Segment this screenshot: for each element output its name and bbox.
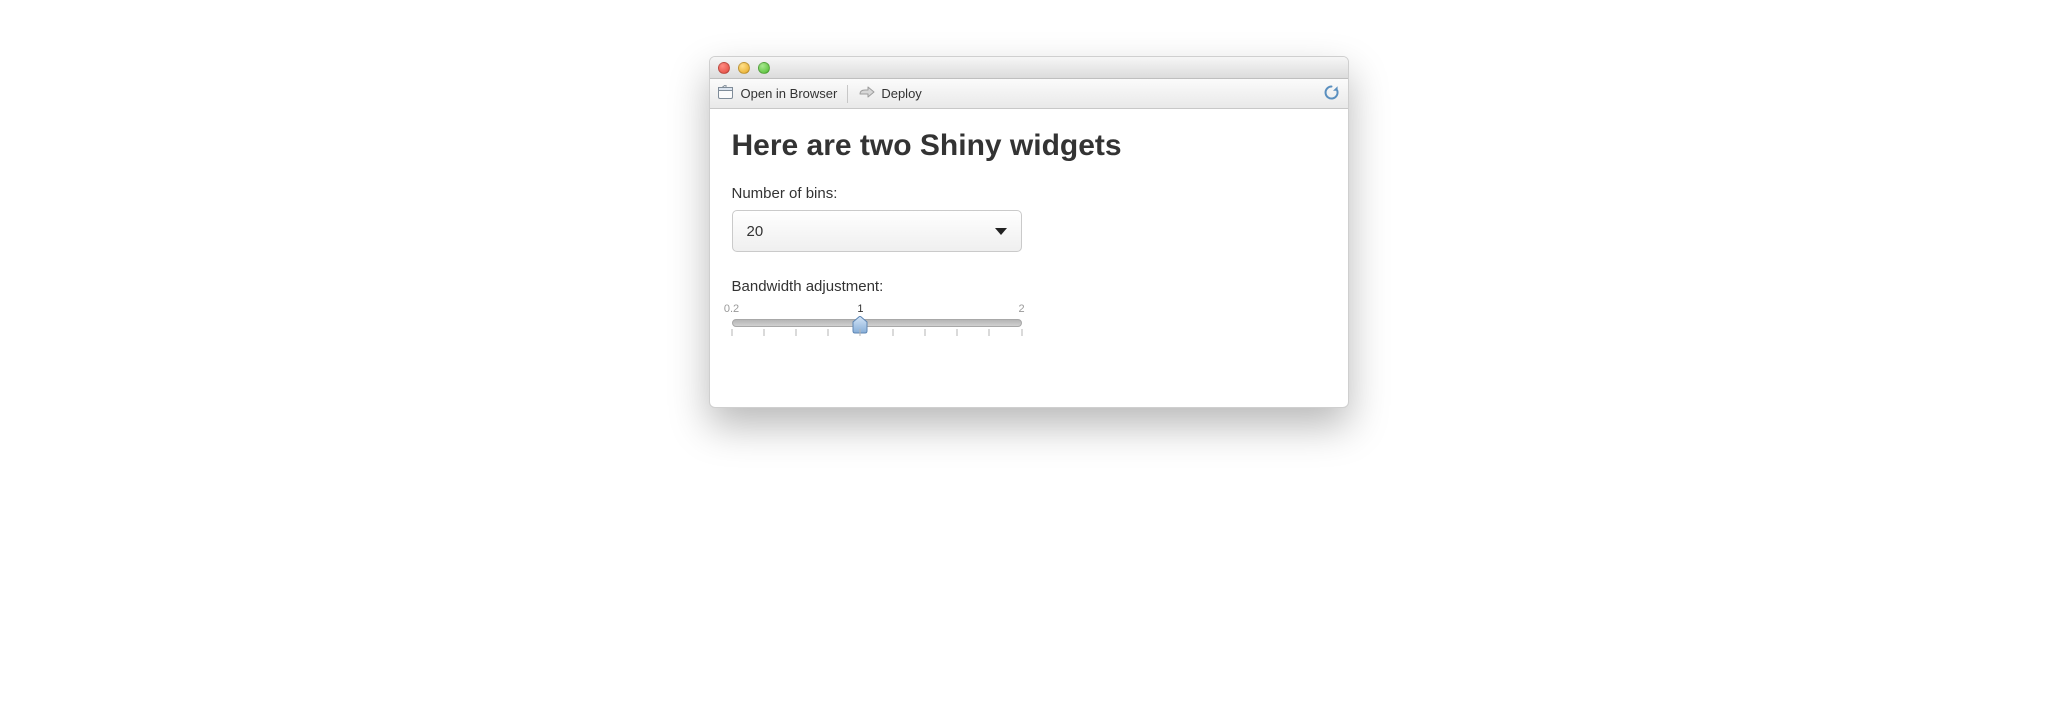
slider-minor-ticks [732, 329, 1022, 337]
slider-min-label: 0.2 [724, 303, 739, 315]
caret-down-icon [995, 228, 1007, 235]
refresh-icon [1323, 84, 1340, 104]
bandwidth-label: Bandwidth adjustment: [732, 278, 1326, 295]
page-title: Here are two Shiny widgets [732, 129, 1326, 163]
zoom-window-button[interactable] [758, 62, 770, 74]
app-window: Open in Browser Deploy Here are two Shin… [709, 56, 1349, 408]
bandwidth-slider[interactable]: 0.2 1 2 [732, 303, 1022, 337]
toolbar: Open in Browser Deploy [710, 79, 1348, 109]
slider-current-label: 1 [857, 303, 863, 315]
open-in-browser-label: Open in Browser [741, 86, 838, 101]
bins-selected-value: 20 [747, 223, 764, 240]
window-titlebar [710, 57, 1348, 79]
deploy-button[interactable]: Deploy [858, 85, 921, 102]
toolbar-separator [847, 85, 848, 103]
slider-max-label: 2 [1018, 303, 1024, 315]
bins-label: Number of bins: [732, 185, 1326, 202]
deploy-arrow-icon [858, 85, 876, 102]
close-window-button[interactable] [718, 62, 730, 74]
content-area: Here are two Shiny widgets Number of bin… [710, 109, 1348, 407]
refresh-button[interactable] [1323, 84, 1340, 104]
browser-icon [718, 85, 736, 103]
bins-select[interactable]: 20 [732, 210, 1022, 252]
slider-track[interactable] [732, 319, 1022, 327]
deploy-label: Deploy [881, 86, 921, 101]
open-in-browser-button[interactable]: Open in Browser [718, 85, 838, 103]
minimize-window-button[interactable] [738, 62, 750, 74]
slider-value-labels: 0.2 1 2 [732, 303, 1022, 317]
